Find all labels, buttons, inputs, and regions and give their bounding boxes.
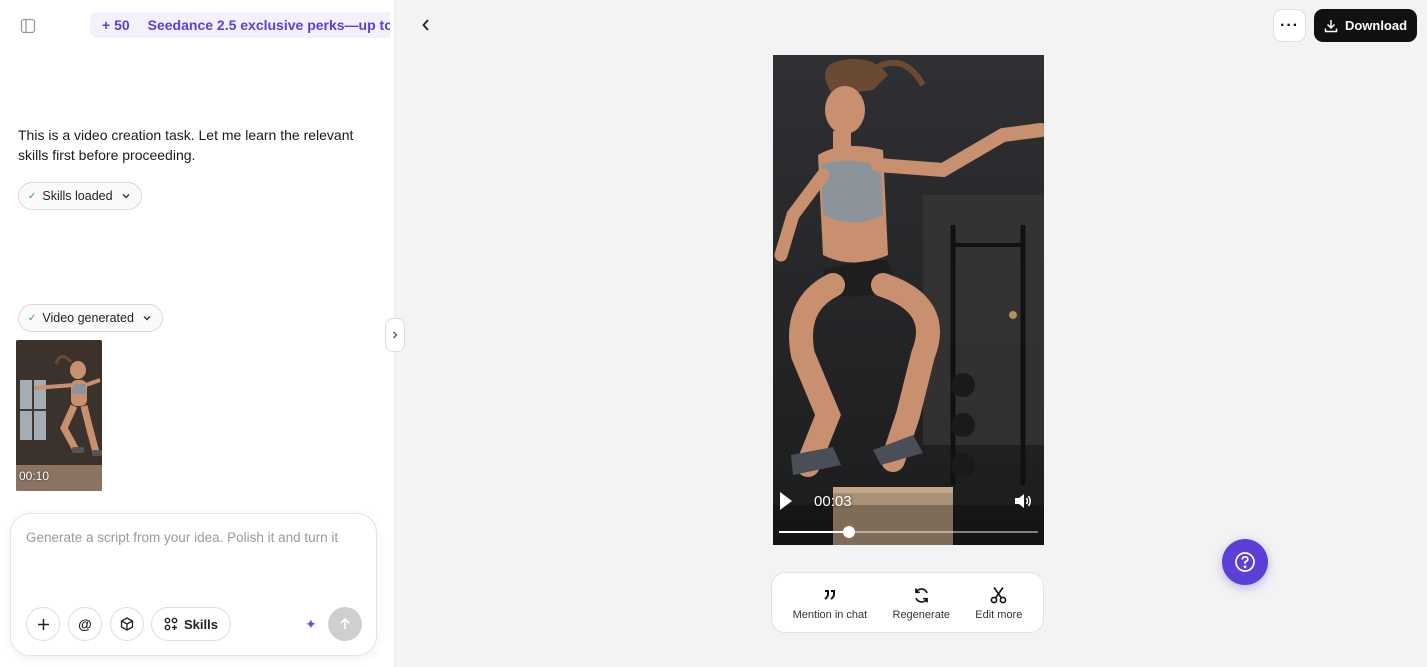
- chevron-right-icon: [393, 331, 398, 339]
- sidebar-toggle-button[interactable]: [16, 14, 40, 38]
- refresh-icon: [913, 584, 930, 606]
- chip-label: Skills loaded: [42, 189, 113, 203]
- cube-icon: [120, 617, 134, 631]
- video-thumbnail[interactable]: 00:10: [16, 340, 102, 491]
- chevron-left-icon: [422, 19, 429, 31]
- action-label: Edit more: [975, 609, 1023, 621]
- video-generated-chip[interactable]: ✓ Video generated: [18, 304, 163, 332]
- download-label: Download: [1344, 18, 1408, 33]
- help-icon: [1235, 552, 1255, 572]
- skills-loaded-chip[interactable]: ✓ Skills loaded: [18, 182, 142, 210]
- arrow-up-icon: [340, 617, 350, 629]
- more-horizontal-icon: ···: [1280, 16, 1299, 34]
- preview-panel: ··· Download 00:03 Mention in chat Regen…: [395, 0, 1427, 667]
- skills-icon: [164, 617, 178, 631]
- chevron-down-icon: [121, 191, 131, 201]
- video-frame-image: [773, 55, 1044, 545]
- action-label: Mention in chat: [792, 609, 868, 621]
- promo-banner[interactable]: + 50 Seedance 2.5 exclusive perks—up to: [90, 12, 390, 38]
- chip-label: Video generated: [42, 311, 134, 325]
- check-icon: ✓: [28, 190, 37, 202]
- model-button[interactable]: [110, 607, 144, 641]
- quote-icon: [823, 584, 837, 606]
- more-options-button[interactable]: ···: [1273, 9, 1306, 42]
- skills-label: Skills: [184, 616, 218, 632]
- send-button[interactable]: [328, 607, 362, 641]
- download-icon: [1324, 19, 1338, 32]
- assistant-message: This is a video creation task. Let me le…: [18, 127, 354, 163]
- mention-button[interactable]: @: [68, 607, 102, 641]
- mention-in-chat-button[interactable]: Mention in chat: [792, 584, 868, 621]
- check-icon: ✓: [28, 312, 37, 324]
- chevron-down-icon: [142, 313, 152, 323]
- skills-button[interactable]: Skills: [151, 607, 231, 641]
- back-button[interactable]: [415, 14, 437, 36]
- sparkle-icon[interactable]: ✦: [305, 616, 317, 633]
- panel-collapse-handle[interactable]: [385, 318, 405, 352]
- promo-text: Seedance 2.5 exclusive perks—up to: [147, 17, 390, 33]
- action-label: Regenerate: [892, 609, 951, 621]
- video-player[interactable]: 00:03: [773, 55, 1044, 545]
- chat-panel: + 50 Seedance 2.5 exclusive perks—up to …: [0, 0, 395, 667]
- download-button[interactable]: Download: [1314, 9, 1417, 42]
- thumbnail-duration: 00:10: [19, 469, 50, 483]
- progress-handle[interactable]: [842, 526, 855, 538]
- playback-time: 00:03: [814, 493, 852, 510]
- chat-composer: Generate a script from your idea. Polish…: [10, 513, 377, 656]
- volume-icon[interactable]: [1013, 492, 1033, 510]
- plus-icon: [37, 618, 49, 630]
- composer-input[interactable]: Generate a script from your idea. Polish…: [26, 530, 366, 545]
- progress-fill: [779, 531, 849, 533]
- promo-points: + 50: [102, 17, 130, 33]
- video-actions-bar: Mention in chat Regenerate Edit more: [771, 572, 1044, 633]
- play-icon[interactable]: [779, 491, 793, 511]
- help-button[interactable]: [1222, 539, 1268, 585]
- scissors-icon: [990, 584, 1007, 606]
- at-icon: @: [78, 616, 92, 632]
- sidebar-panel-icon: [20, 18, 36, 34]
- edit-more-button[interactable]: Edit more: [975, 584, 1022, 621]
- progress-track[interactable]: [779, 526, 1038, 538]
- add-attachment-button[interactable]: [26, 607, 60, 641]
- regenerate-button[interactable]: Regenerate: [892, 584, 951, 621]
